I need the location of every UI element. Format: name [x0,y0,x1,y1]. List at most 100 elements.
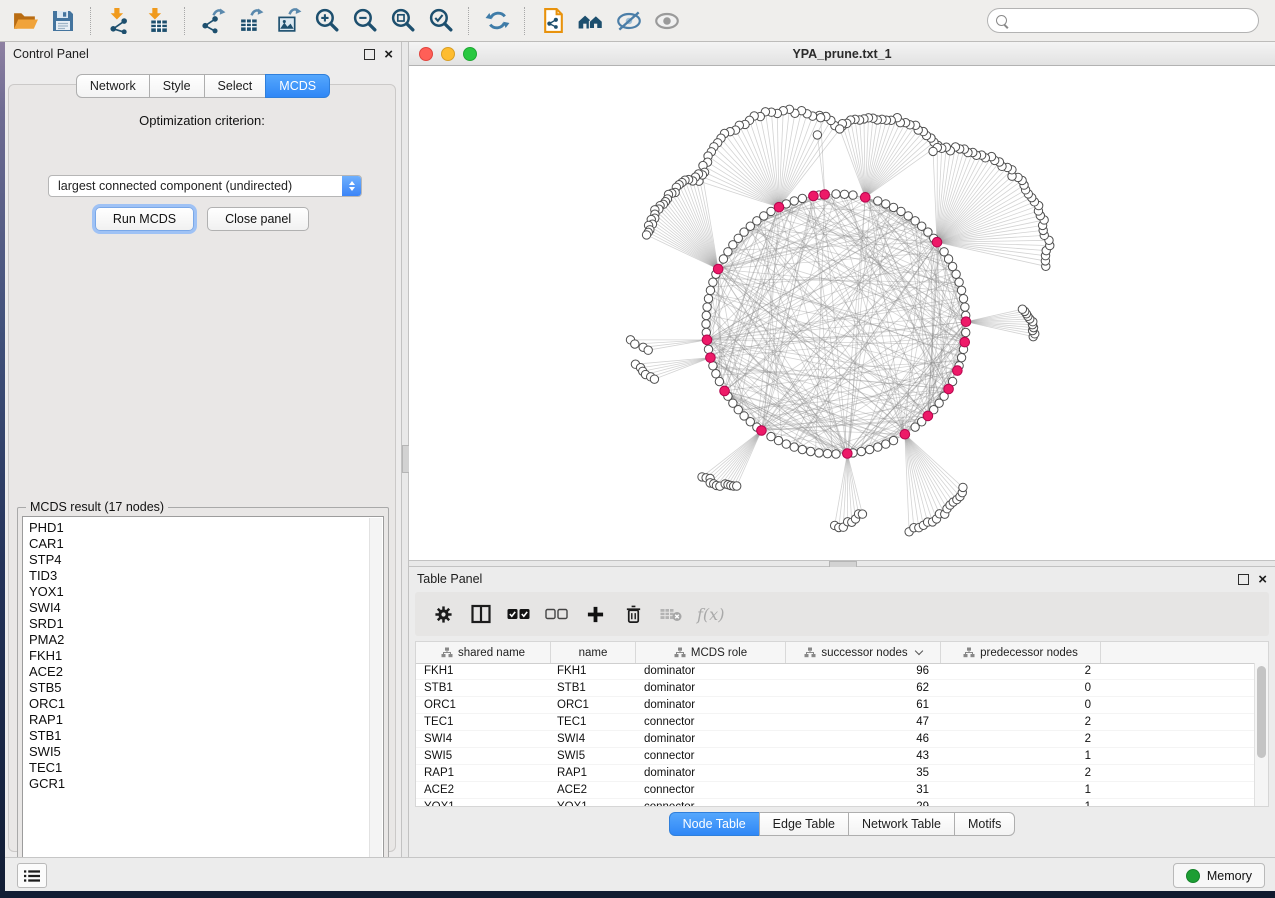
mcds-result-item[interactable]: GCR1 [29,776,383,792]
control-panel: Control Panel × Network Style Select MCD… [5,42,401,857]
mcds-result-item[interactable]: ACE2 [29,664,383,680]
dropdown-stepper-icon [342,176,361,196]
memory-button[interactable]: Memory [1173,863,1265,888]
horizontal-splitter[interactable] [409,560,1275,567]
close-panel-icon[interactable]: × [1258,575,1267,584]
control-panel-title: Control Panel [13,47,89,61]
node-table-body[interactable]: FKH1FKH1dominator962STB1STB1dominator620… [416,663,1255,806]
scrollbar-thumb[interactable] [1257,666,1266,758]
tab-edge-table[interactable]: Edge Table [759,812,849,836]
mcds-list-scrollbar[interactable] [369,518,382,874]
search-box[interactable] [987,8,1259,33]
tab-select[interactable]: Select [204,74,267,98]
tab-node-table[interactable]: Node Table [669,812,760,836]
network-canvas[interactable] [409,66,1275,560]
table-cell: 35 [786,767,941,779]
table-cell: 1 [941,801,1101,806]
mcds-result-item[interactable]: STB1 [29,728,383,744]
zoom-selected-button[interactable] [422,4,460,38]
table-cell: RAP1 [551,767,636,779]
hide-selected-button[interactable] [610,4,648,38]
deselect-all-button[interactable] [543,600,571,628]
column-header-name[interactable]: name [551,642,636,663]
table-cell: TEC1 [551,716,636,728]
add-row-button[interactable] [581,600,609,628]
export-image-button[interactable] [270,4,308,38]
float-panel-icon[interactable] [364,49,375,60]
show-overview-button[interactable] [572,4,610,38]
column-header-predecessor-nodes[interactable]: predecessor nodes [941,642,1101,663]
column-header-successor-nodes[interactable]: successor nodes [786,642,941,663]
hierarchy-icon [674,647,686,658]
tab-network-table[interactable]: Network Table [848,812,955,836]
apply-layout-button[interactable] [478,4,516,38]
mcds-result-item[interactable]: SRD1 [29,616,383,632]
column-header-mcds-role[interactable]: MCDS role [636,642,786,663]
tab-style[interactable]: Style [149,74,205,98]
document-network-icon [540,7,567,34]
table-row[interactable]: FKH1FKH1dominator962 [416,663,1255,680]
tab-mcds[interactable]: MCDS [265,74,330,98]
tab-motifs[interactable]: Motifs [954,812,1015,836]
mcds-result-item[interactable]: CAR1 [29,536,383,552]
table-row[interactable]: STB1STB1dominator620 [416,680,1255,697]
mcds-result-item[interactable]: TID3 [29,568,383,584]
delete-row-button[interactable] [619,600,647,628]
table-row[interactable]: ORC1ORC1dominator610 [416,697,1255,714]
open-session-button[interactable] [6,4,44,38]
zoom-in-button[interactable] [308,4,346,38]
mcds-tab-content: Optimization criterion: largest connecte… [8,84,396,852]
network-window-titlebar[interactable]: YPA_prune.txt_1 [409,42,1275,66]
hierarchy-icon [963,647,975,658]
table-options-button[interactable] [429,600,457,628]
mcds-result-list[interactable]: PHD1CAR1STP4TID3YOX1SWI4SRD1PMA2FKH1ACE2… [22,516,384,876]
hierarchy-icon [804,647,816,658]
zoom-out-button[interactable] [346,4,384,38]
search-input[interactable] [1013,13,1258,29]
run-mcds-button[interactable]: Run MCDS [95,207,194,231]
table-row[interactable]: ACE2ACE2connector311 [416,782,1255,799]
column-header-shared-name[interactable]: shared name [416,642,551,663]
float-panel-icon[interactable] [1238,574,1249,585]
table-row[interactable]: TEC1TEC1connector472 [416,714,1255,731]
mcds-result-item[interactable]: ORC1 [29,696,383,712]
mcds-result-item[interactable]: RAP1 [29,712,383,728]
export-network-button[interactable] [194,4,232,38]
mcds-result-item[interactable]: STP4 [29,552,383,568]
table-scrollbar[interactable] [1254,663,1268,806]
export-table-button[interactable] [232,4,270,38]
mcds-result-item[interactable]: PHD1 [29,520,383,536]
table-cell: dominator [636,665,786,677]
mcds-result-item[interactable]: STB5 [29,680,383,696]
function-builder-button[interactable]: f(x) [697,605,724,624]
table-row[interactable]: SWI4SWI4dominator462 [416,731,1255,748]
table-cell: connector [636,716,786,728]
zoom-fit-button[interactable] [384,4,422,38]
network-from-file-button[interactable] [534,4,572,38]
delete-table-button[interactable] [657,600,685,628]
optimization-criterion-select[interactable]: largest connected component (undirected) [48,175,362,197]
import-table-button[interactable] [138,4,176,38]
control-panel-titlebar: Control Panel × [5,42,401,66]
mcds-result-item[interactable]: FKH1 [29,648,383,664]
mcds-result-item[interactable]: SWI5 [29,744,383,760]
tab-network[interactable]: Network [76,74,150,98]
vertical-splitter[interactable] [401,42,409,857]
table-cell: 29 [786,801,941,806]
table-row[interactable]: RAP1RAP1dominator352 [416,765,1255,782]
import-network-button[interactable] [100,4,138,38]
task-history-button[interactable] [17,863,47,888]
memory-label: Memory [1207,869,1252,883]
show-column-button[interactable] [467,600,495,628]
close-panel-icon[interactable]: × [384,50,393,59]
mcds-result-item[interactable]: PMA2 [29,632,383,648]
table-row[interactable]: SWI5SWI5connector431 [416,748,1255,765]
mcds-result-item[interactable]: YOX1 [29,584,383,600]
mcds-result-item[interactable]: SWI4 [29,600,383,616]
show-hidden-button[interactable] [648,4,686,38]
mcds-result-item[interactable]: TEC1 [29,760,383,776]
close-panel-button[interactable]: Close panel [207,207,309,231]
save-session-button[interactable] [44,4,82,38]
table-row[interactable]: YOX1YOX1connector291 [416,799,1255,806]
select-all-button[interactable] [505,600,533,628]
